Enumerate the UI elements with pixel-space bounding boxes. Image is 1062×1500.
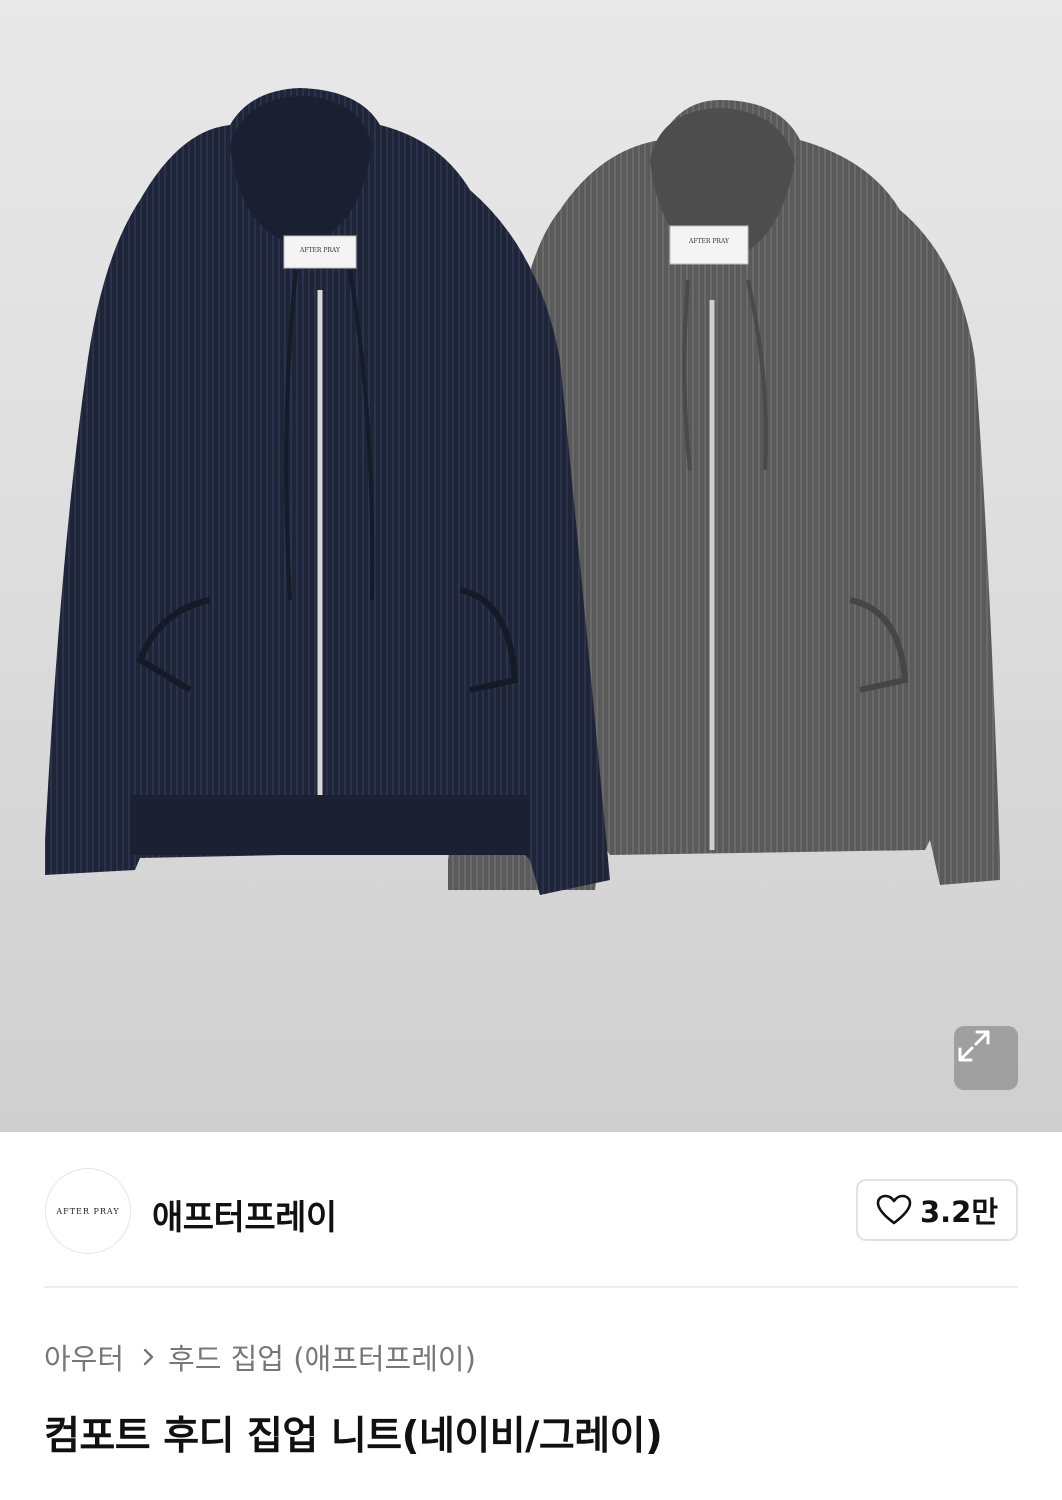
breadcrumb-subcategory[interactable]: 후드 집업 (애프터프레이): [168, 1336, 476, 1378]
product-image[interactable]: AFTER PRAY AFTER PRAY: [0, 0, 1062, 1132]
svg-text:AFTER PRAY: AFTER PRAY: [299, 247, 341, 254]
heart-outline-icon: [876, 1194, 912, 1225]
brand-row: AFTER PRAY 애프터프레이 3.2만: [0, 1132, 1062, 1288]
svg-text:AFTER PRAY: AFTER PRAY: [688, 238, 730, 245]
brand-name[interactable]: 애프터프레이: [152, 1190, 337, 1239]
hoodies-illustration: AFTER PRAY AFTER PRAY: [45, 88, 1000, 895]
chevron-right-icon: [142, 1346, 156, 1368]
brand-logo-text: AFTER PRAY: [56, 1206, 120, 1216]
product-title: 컴포트 후디 집업 니트(네이비/그레이): [44, 1414, 663, 1459]
like-button[interactable]: 3.2만: [856, 1179, 1018, 1241]
navy-hoodie: AFTER PRAY: [45, 88, 610, 895]
like-count: 3.2만: [919, 1195, 999, 1229]
breadcrumb-category[interactable]: 아우터: [44, 1336, 124, 1378]
brand-logo[interactable]: AFTER PRAY: [45, 1168, 131, 1254]
expand-image-button[interactable]: [954, 1026, 1018, 1090]
divider: [44, 1286, 1018, 1288]
breadcrumb: 아우터 후드 집업 (애프터프레이): [44, 1336, 476, 1378]
expand-arrows-icon: [958, 1030, 990, 1062]
